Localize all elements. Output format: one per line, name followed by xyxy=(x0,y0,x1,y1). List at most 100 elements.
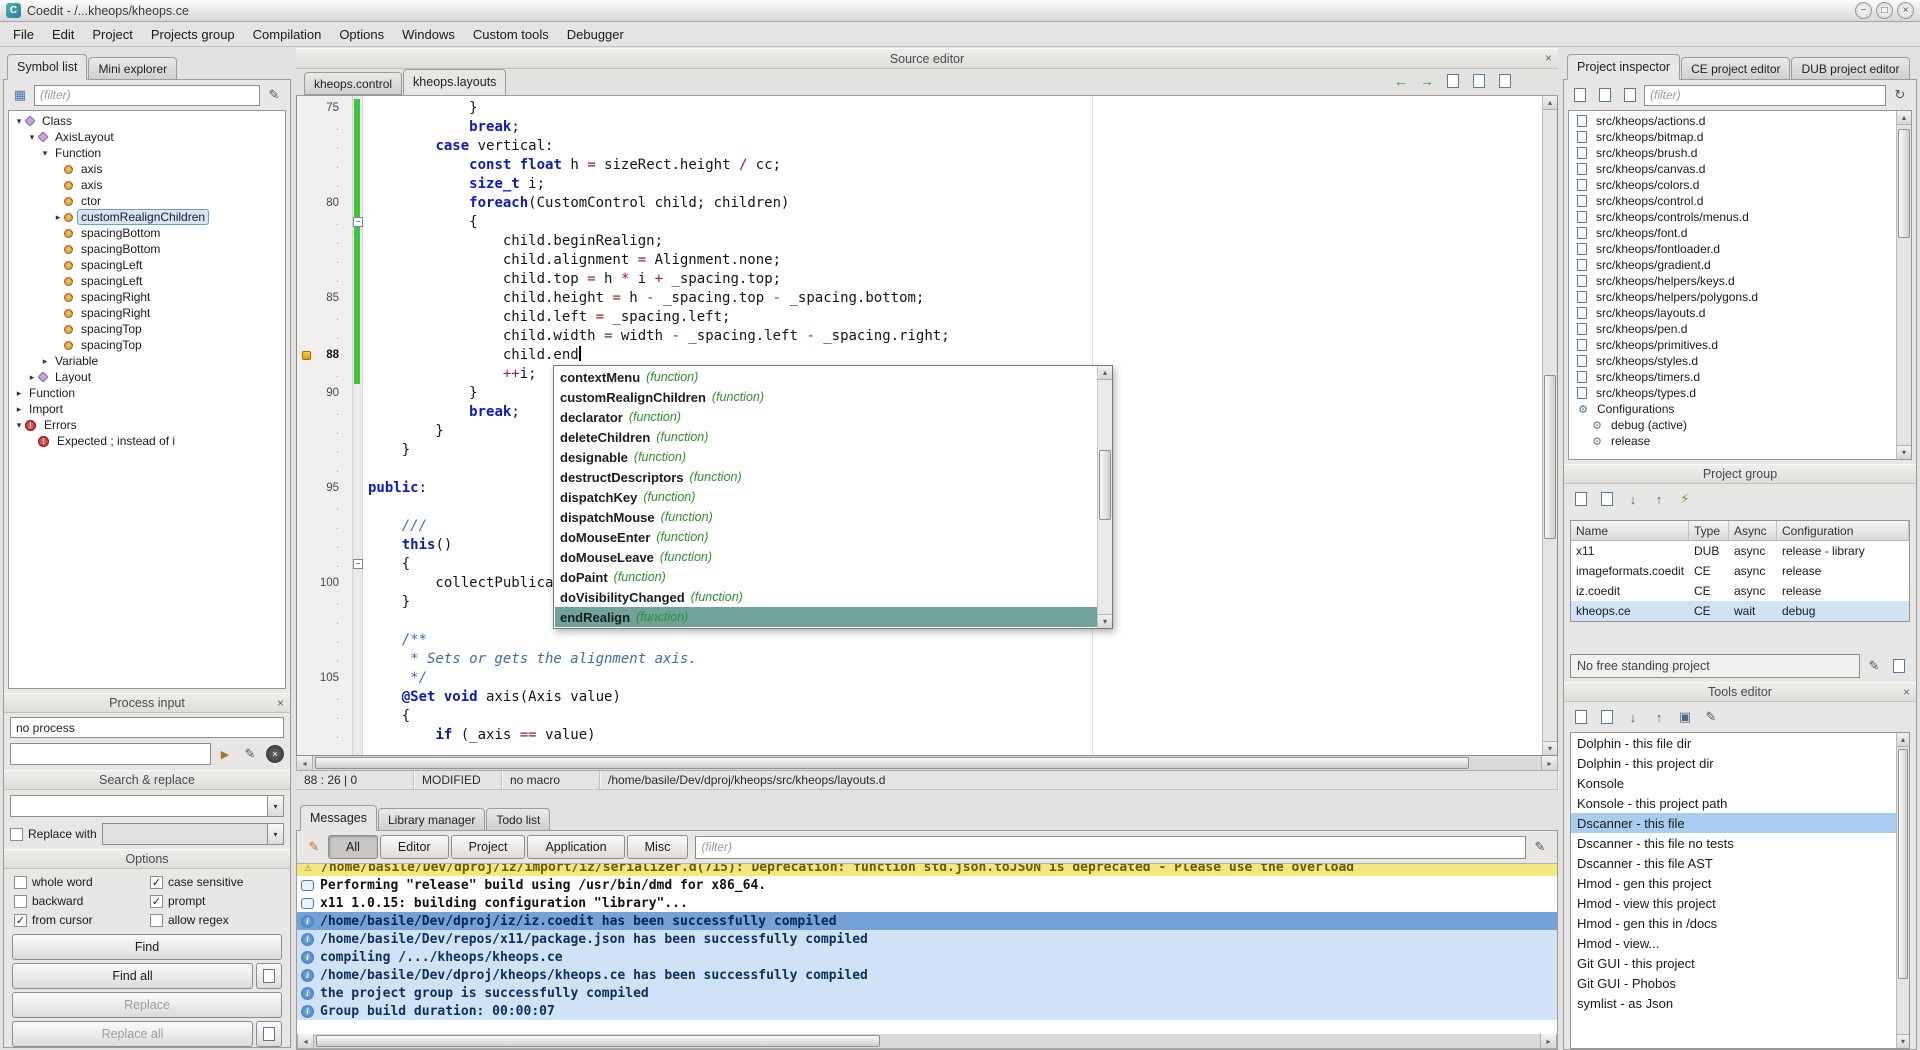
symbol-spacingleft[interactable]: spacingLeft xyxy=(9,273,285,289)
completion-item-designable[interactable]: designable(function) xyxy=(555,447,1097,467)
process-input-field[interactable] xyxy=(10,743,211,765)
remove-tool-icon[interactable] xyxy=(1596,706,1618,728)
scroll-up-icon[interactable]: ▴ xyxy=(1897,733,1909,747)
scroll-right-icon[interactable]: ▸ xyxy=(1541,756,1557,770)
expand-icon[interactable]: ▸ xyxy=(39,356,51,367)
find-all-extra-button[interactable] xyxy=(256,963,282,989)
close-process-input-icon[interactable]: × xyxy=(277,696,284,710)
tab-todo-list[interactable]: Todo list xyxy=(486,808,550,831)
completion-item-dovisibilitychanged[interactable]: doVisibilityChanged(function) xyxy=(555,587,1097,607)
move-down-icon[interactable]: ↓ xyxy=(1622,706,1644,728)
save-file-icon[interactable] xyxy=(1494,70,1516,92)
messages-hscrollbar[interactable]: ◂ ▸ xyxy=(297,1034,1557,1049)
filter-application[interactable]: Application xyxy=(527,835,624,859)
column-header-configuration[interactable]: Configuration xyxy=(1777,521,1909,540)
tab-mini-explorer[interactable]: Mini explorer xyxy=(88,57,177,80)
search-combobox[interactable]: ▾ xyxy=(10,795,284,817)
inspector-src-kheops-bitmap-d[interactable]: src/kheops/bitmap.d xyxy=(1569,129,1896,145)
scrollbar-thumb[interactable] xyxy=(316,1035,880,1047)
project-row-x11[interactable]: x11DUBasyncrelease - library xyxy=(1571,541,1909,561)
scroll-up-icon[interactable]: ▴ xyxy=(1098,366,1112,380)
collapse-icon[interactable]: ▾ xyxy=(26,132,38,143)
inspector-src-kheops-layouts-d[interactable]: src/kheops/layouts.d xyxy=(1569,305,1896,321)
symbol-ctor[interactable]: ctor xyxy=(9,193,285,209)
symbol-layout[interactable]: ▸Layout xyxy=(9,369,285,385)
scroll-up-icon[interactable]: ▴ xyxy=(1897,111,1911,125)
symbol-spacingbottom[interactable]: spacingBottom xyxy=(9,241,285,257)
completion-item-customrealignchildren[interactable]: customRealignChildren(function) xyxy=(555,387,1097,407)
doc-tab-kheops-control[interactable]: kheops.control xyxy=(304,72,402,95)
scroll-down-icon[interactable]: ▾ xyxy=(1897,1034,1909,1048)
menu-custom-tools[interactable]: Custom tools xyxy=(464,24,558,45)
add-source-icon[interactable] xyxy=(1569,84,1591,106)
completion-item-dispatchmouse[interactable]: dispatchMouse(function) xyxy=(555,507,1097,527)
tool-konsole[interactable]: Konsole xyxy=(1571,773,1896,793)
symbol-customrealignchildren[interactable]: ▸customRealignChildren xyxy=(9,209,285,225)
collapse-icon[interactable]: ▾ xyxy=(39,148,51,159)
tab-library-manager[interactable]: Library manager xyxy=(378,808,485,831)
tool-hmod-view-this-project[interactable]: Hmod - view this project xyxy=(1571,893,1896,913)
replace-all-extra-button[interactable] xyxy=(256,1021,282,1047)
scroll-down-icon[interactable]: ▾ xyxy=(1897,445,1911,459)
tool-dolphin-this-file-dir[interactable]: Dolphin - this file dir xyxy=(1571,733,1896,753)
inspector-filter-input[interactable] xyxy=(1644,85,1886,106)
menu-file[interactable]: File xyxy=(4,24,43,45)
menu-project[interactable]: Project xyxy=(83,24,141,45)
symbol-spacingtop[interactable]: spacingTop xyxy=(9,337,285,353)
column-header-name[interactable]: Name xyxy=(1571,521,1689,540)
completion-item-contextmenu[interactable]: contextMenu(function) xyxy=(555,367,1097,387)
close-source-editor-icon[interactable]: × xyxy=(1545,51,1552,65)
message-row[interactable]: ⚠/home/basile/Dev/dproj/iz/import/iz/ser… xyxy=(297,863,1557,876)
symbol-function[interactable]: ▸Function xyxy=(9,385,285,401)
tab-ce-project-editor[interactable]: CE project editor xyxy=(1681,57,1790,80)
completion-item-dopaint[interactable]: doPaint(function) xyxy=(555,567,1097,587)
project-row-kheops-ce[interactable]: kheops.ceCEwaitdebug xyxy=(1571,601,1909,621)
menu-windows[interactable]: Windows xyxy=(393,24,464,45)
inspector-src-kheops-colors-d[interactable]: src/kheops/colors.d xyxy=(1569,177,1896,193)
move-up-icon[interactable]: ↑ xyxy=(1648,488,1670,510)
edit-project-icon[interactable]: ✎ xyxy=(1863,655,1885,677)
inspector-vscrollbar[interactable]: ▴ ▾ xyxy=(1896,111,1911,459)
filter-editor[interactable]: Editor xyxy=(380,835,449,859)
symbol-spacingright[interactable]: spacingRight xyxy=(9,289,285,305)
code-editor[interactable]: 75....80....85..88.90....95....100....10… xyxy=(296,96,1558,756)
symbol-spacingbottom[interactable]: spacingBottom xyxy=(9,225,285,241)
add-folder-icon[interactable] xyxy=(1619,84,1641,106)
tools-vscrollbar[interactable]: ▴ ▾ xyxy=(1896,733,1909,1048)
symbol-filter-input[interactable] xyxy=(34,85,260,106)
horizontal-splitter[interactable] xyxy=(296,790,1558,805)
inspector-src-kheops-pen-d[interactable]: src/kheops/pen.d xyxy=(1569,321,1896,337)
completion-item-deletechildren[interactable]: deleteChildren(function) xyxy=(555,427,1097,447)
inspector-src-kheops-canvas-d[interactable]: src/kheops/canvas.d xyxy=(1569,161,1896,177)
symbol-function[interactable]: ▾Function xyxy=(9,145,285,161)
option-allow-regex[interactable]: allow regex xyxy=(150,913,284,927)
tool-symlist-as-json[interactable]: symlist - as Json xyxy=(1571,993,1896,1013)
add-tool-icon[interactable] xyxy=(1570,706,1592,728)
expand-icon[interactable]: ▸ xyxy=(52,212,64,223)
option-whole-word[interactable]: whole word xyxy=(14,875,148,889)
refresh-icon[interactable]: ↻ xyxy=(1889,84,1911,106)
completion-item-dispatchkey[interactable]: dispatchKey(function) xyxy=(555,487,1097,507)
maximize-button[interactable]: □ xyxy=(1876,2,1893,19)
menu-debugger[interactable]: Debugger xyxy=(558,24,633,45)
scroll-down-icon[interactable]: ▾ xyxy=(1543,741,1557,755)
symbol-axislayout[interactable]: ▾AxisLayout xyxy=(9,129,285,145)
completion-item-declarator[interactable]: declarator(function) xyxy=(555,407,1097,427)
fold-marker[interactable]: − xyxy=(353,217,363,227)
completion-item-endrealign[interactable]: endRealign(function) xyxy=(555,607,1097,627)
inspector-release[interactable]: ⚙release xyxy=(1569,433,1896,449)
edit-tool-icon[interactable]: ✎ xyxy=(1700,706,1722,728)
tool-git-gui-phobos[interactable]: Git GUI - Phobos xyxy=(1571,973,1896,993)
tab-symbol-list[interactable]: Symbol list xyxy=(7,54,87,80)
tab-project-inspector[interactable]: Project inspector xyxy=(1567,54,1680,80)
inspector-src-kheops-styles-d[interactable]: src/kheops/styles.d xyxy=(1569,353,1896,369)
message-row[interactable]: ithe project group is successfully compi… xyxy=(297,984,1557,1002)
replace-with-checkbox[interactable] xyxy=(10,828,23,841)
clone-tool-icon[interactable]: ▣ xyxy=(1674,706,1696,728)
inspector-src-kheops-types-d[interactable]: src/kheops/types.d xyxy=(1569,385,1896,401)
kill-process-icon[interactable]: × xyxy=(266,745,284,763)
fold-marker[interactable]: − xyxy=(353,559,363,569)
scrollbar-thumb[interactable] xyxy=(1898,749,1908,979)
minimize-button[interactable]: − xyxy=(1855,2,1872,19)
search-dropdown-icon[interactable]: ▾ xyxy=(267,795,284,817)
